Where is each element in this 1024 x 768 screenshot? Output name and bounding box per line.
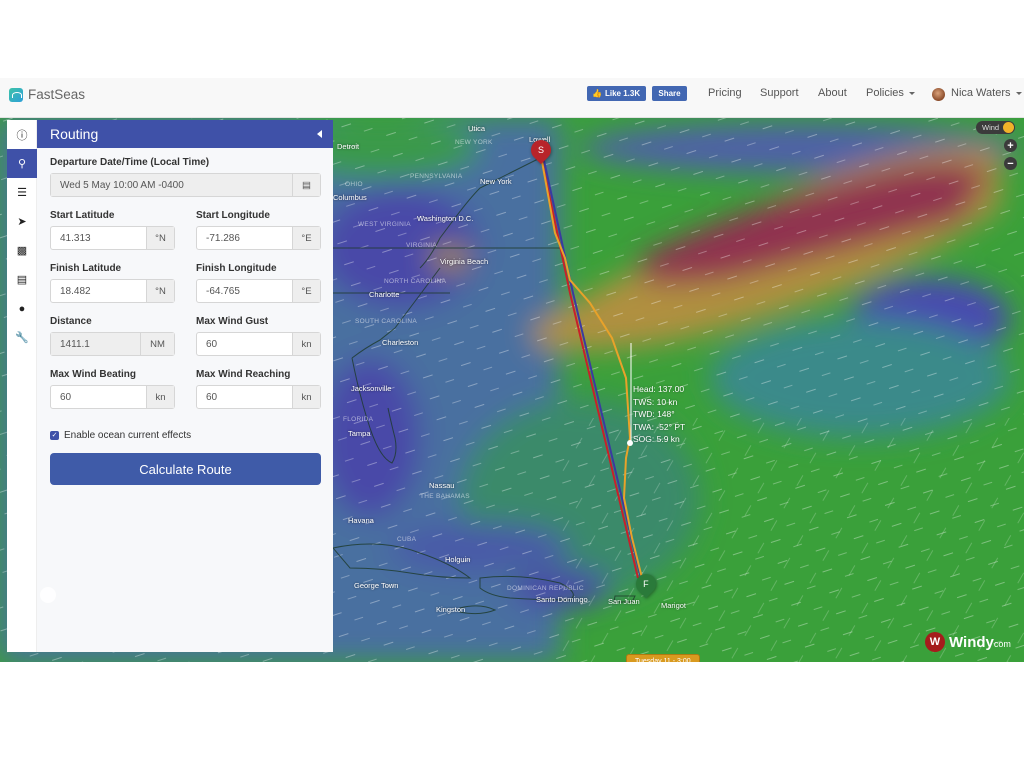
- nav-support[interactable]: Support: [760, 87, 799, 99]
- max-reaching-unit: kn: [292, 386, 320, 408]
- checkbox-checked-icon[interactable]: ✓: [50, 431, 59, 440]
- max-gust-value: 60: [206, 338, 218, 350]
- bar-chart-icon[interactable]: ▩: [7, 236, 37, 265]
- sun-icon: [1003, 122, 1015, 133]
- max-wind-reaching-input[interactable]: 60 kn: [196, 385, 321, 409]
- windy-text: Windy: [949, 633, 994, 651]
- max-wind-beating-input[interactable]: 60 kn: [50, 385, 175, 409]
- departure-datetime-field[interactable]: Wed 5 May 10:00 AM -0400 ▤: [50, 173, 321, 197]
- caret-down-icon: [908, 91, 915, 95]
- zoom-in-button[interactable]: +: [1004, 139, 1017, 152]
- max-beating-label: Max Wind Beating: [50, 369, 137, 380]
- route-point-info: Head: 137.00 TWS: 10 kn TWD: 148° TWA: -…: [633, 383, 685, 446]
- collapse-panel-icon[interactable]: [317, 130, 322, 138]
- finish-lon-unit: °E: [292, 280, 320, 302]
- departure-label: Departure Date/Time (Local Time): [50, 157, 210, 168]
- start-lon-unit: °E: [292, 227, 320, 249]
- play-animation-button[interactable]: [40, 587, 56, 603]
- layer-picker-wind[interactable]: Wind: [976, 121, 1016, 134]
- distance-value: 1411.1: [51, 333, 140, 355]
- start-lat-unit: °N: [146, 227, 174, 249]
- wrench-icon[interactable]: 🔧: [7, 323, 37, 352]
- brand-name: FastSeas: [28, 87, 86, 102]
- sog-readout: SOG: 5.9 kn: [633, 434, 680, 444]
- finish-latitude-input[interactable]: 18.482 °N: [50, 279, 175, 303]
- calendar-icon[interactable]: ▤: [7, 265, 37, 294]
- facebook-like-button[interactable]: 👍 Like 1.3K: [587, 86, 646, 101]
- ocean-current-checkbox[interactable]: ✓ Enable ocean current effects: [50, 430, 191, 441]
- user-menu-dropdown[interactable]: Nica Waters: [951, 87, 1022, 99]
- nav-policies-dropdown[interactable]: Policies: [866, 87, 915, 99]
- thumbs-up-icon: 👍: [592, 89, 602, 98]
- caret-down-icon: [1015, 91, 1022, 95]
- map-marker-icon[interactable]: ⚲: [7, 149, 37, 178]
- start-lon-value: -71.286: [206, 232, 240, 244]
- finish-longitude-input[interactable]: -64.765 °E: [196, 279, 321, 303]
- policies-label: Policies: [866, 87, 904, 99]
- facebook-like-label: Like 1.3K: [604, 89, 641, 98]
- start-longitude-input[interactable]: -71.286 °E: [196, 226, 321, 250]
- start-lat-label: Start Latitude: [50, 210, 115, 221]
- timeline-time-label: Tuesday 11 - 3:00: [626, 654, 700, 662]
- max-gust-label: Max Wind Gust: [196, 316, 269, 327]
- routing-panel: Routing Departure Date/Time (Local Time)…: [37, 120, 333, 652]
- nav-about[interactable]: About: [818, 87, 847, 99]
- twa-readout: TWA: -52° PT: [633, 421, 686, 432]
- start-lon-label: Start Longitude: [196, 210, 270, 221]
- panel-title: Routing: [50, 126, 99, 142]
- calendar-icon[interactable]: ▤: [292, 174, 320, 196]
- brand[interactable]: FastSeas: [9, 87, 85, 102]
- route-direct-red: [540, 155, 639, 579]
- max-beating-unit: kn: [146, 386, 174, 408]
- windy-attribution[interactable]: W Windycom: [925, 632, 1011, 652]
- panel-header: Routing: [37, 120, 333, 148]
- max-wind-gust-input[interactable]: 60 kn: [196, 332, 321, 356]
- navbar: FastSeas 👍 Like 1.3K Share Pricing Suppo…: [0, 78, 1024, 118]
- twd-readout: TWD: 148°: [633, 409, 675, 419]
- start-lat-value: 41.313: [60, 232, 91, 244]
- facebook-share-button[interactable]: Share: [652, 86, 687, 101]
- sliders-icon[interactable]: ☰: [7, 178, 37, 207]
- ocean-current-label: Enable ocean current effects: [64, 430, 192, 441]
- heading-readout: Head: 137.00: [633, 384, 685, 394]
- departure-value: Wed 5 May 10:00 AM -0400: [51, 174, 292, 196]
- start-marker-label: S: [537, 145, 545, 156]
- user-avatar[interactable]: [932, 88, 945, 101]
- user-icon[interactable]: ●: [7, 294, 37, 323]
- finish-lat-label: Finish Latitude: [50, 263, 122, 274]
- calculate-route-button[interactable]: Calculate Route: [50, 453, 321, 485]
- finish-marker-label: F: [643, 579, 649, 589]
- distance-label: Distance: [50, 316, 92, 327]
- info-icon[interactable]: ⓘ: [7, 120, 37, 149]
- location-arrow-icon[interactable]: ➤: [7, 207, 37, 236]
- max-gust-unit: kn: [292, 333, 320, 355]
- route-direct-blue: [542, 155, 642, 579]
- finish-lon-value: -64.765: [206, 285, 240, 297]
- start-latitude-input[interactable]: 41.313 °N: [50, 226, 175, 250]
- windy-logo-icon: W: [925, 632, 945, 652]
- nav-pricing[interactable]: Pricing: [708, 87, 742, 99]
- tws-readout: TWS: 10 kn: [633, 396, 678, 407]
- fastseas-logo-icon: [9, 87, 23, 102]
- distance-unit: NM: [140, 333, 174, 355]
- fastseas-app: FastSeas 👍 Like 1.3K Share Pricing Suppo…: [0, 78, 1024, 662]
- zoom-out-button[interactable]: −: [1004, 157, 1017, 170]
- distance-field: 1411.1 NM: [50, 332, 175, 356]
- layer-label: Wind: [982, 123, 1000, 132]
- finish-lat-unit: °N: [146, 280, 174, 302]
- max-reaching-value: 60: [206, 391, 218, 403]
- max-beating-value: 60: [60, 391, 72, 403]
- icon-sidebar: ⓘ ⚲ ☰ ➤ ▩ ▤ ● 🔧: [7, 120, 37, 652]
- finish-lat-value: 18.482: [60, 285, 91, 297]
- finish-lon-label: Finish Longitude: [196, 263, 277, 274]
- windy-suffix: com: [993, 638, 1011, 649]
- user-name: Nica Waters: [951, 87, 1011, 99]
- max-reaching-label: Max Wind Reaching: [196, 369, 291, 380]
